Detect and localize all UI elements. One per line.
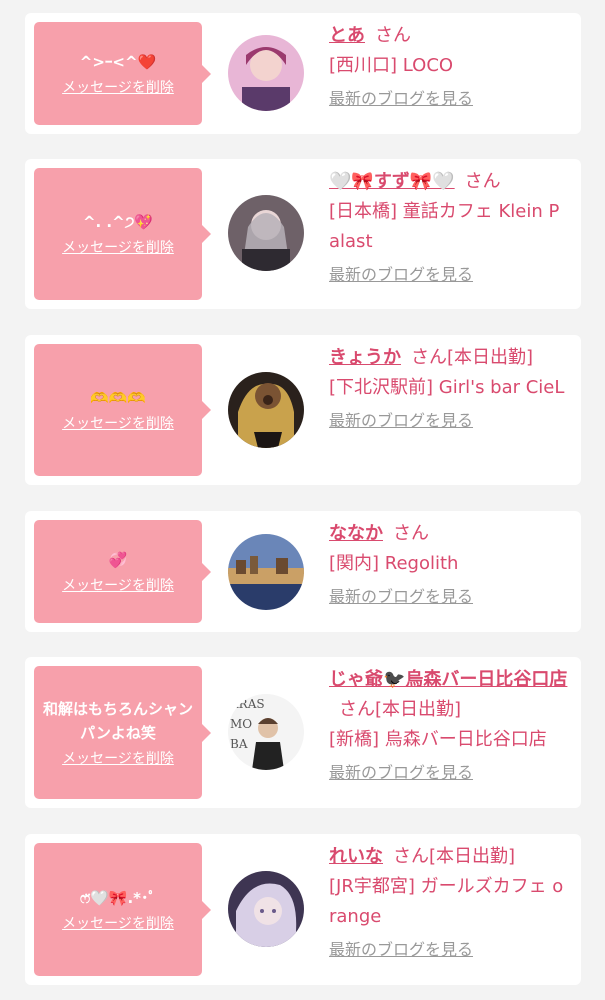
delete-message-link[interactable]: メッセージを削除 — [62, 238, 174, 258]
cast-info: じゃ爺🐦‍⬛烏森バー日比谷口店さん[本日出勤] [新橋] 烏森バー日比谷口店 最… — [329, 665, 569, 785]
message-text: ^. .^੭💖 — [82, 213, 154, 231]
shop-label: [JR宇都宮] ガールズカフェ orange — [329, 876, 564, 927]
favorite-card: 和解はもちろんシャンパンよね笑 メッセージを削除 ARAS MO BA じゃ爺🐦… — [25, 657, 581, 808]
message-text: 💞 — [108, 550, 128, 569]
svg-text:MO: MO — [230, 717, 252, 731]
cast-info: とあ さん [西川口] LOCO 最新のブログを見る — [329, 21, 569, 111]
name-suffix: さん — [375, 25, 411, 46]
delete-message-link[interactable]: メッセージを削除 — [62, 414, 174, 434]
blog-link[interactable]: 最新のブログを見る — [329, 409, 569, 433]
message-bubble: 🫶🫶🫶 メッセージを削除 — [34, 344, 211, 476]
message-text: ෆ̈🤍🎀.*･ﾟ — [79, 888, 157, 907]
shop-label: [西川口] LOCO — [329, 55, 454, 76]
favorite-card: ^>ｰ<^❤️ メッセージを削除 とあ さん [西川口] LOCO 最新のブログを… — [25, 13, 581, 134]
avatar[interactable]: ARAS MO BA — [228, 694, 304, 770]
favorite-card: 💞 メッセージを削除 ななか さん [関内] Regolith 最新のブログを見る — [25, 511, 581, 632]
message-bubble: ^>ｰ<^❤️ メッセージを削除 — [34, 22, 211, 125]
avatar[interactable] — [228, 871, 304, 947]
message-bubble: ෆ̈🤍🎀.*･ﾟ メッセージを削除 — [34, 843, 211, 976]
favorite-card: 🫶🫶🫶 メッセージを削除 きょうか さん[本日出勤] [下北沢駅前] Girl's… — [25, 335, 581, 485]
name-suffix: さん — [464, 171, 501, 192]
favorite-card: ^. .^੭💖 メッセージを削除 🤍🎀すず🎀🤍 さん [日本橋] 童話カフェ Kl… — [25, 159, 581, 309]
name-suffix: さん[本日出勤] — [393, 846, 516, 867]
blog-link[interactable]: 最新のブログを見る — [329, 938, 569, 962]
favorite-card: ෆ̈🤍🎀.*･ﾟ メッセージを削除 れいな さん[本日出勤] [JR宇都宮] ガー… — [25, 834, 581, 985]
cast-name-link[interactable]: じゃ爺🐦‍⬛烏森バー日比谷口店 — [329, 669, 567, 690]
avatar[interactable] — [228, 372, 304, 448]
name-suffix: さん[本日出勤] — [339, 699, 462, 720]
delete-message-link[interactable]: メッセージを削除 — [62, 914, 174, 934]
delete-message-link[interactable]: メッセージを削除 — [62, 749, 174, 769]
cast-name-link[interactable]: きょうか — [329, 347, 401, 368]
shop-label: [関内] Regolith — [329, 553, 459, 574]
blog-link[interactable]: 最新のブログを見る — [329, 263, 569, 287]
delete-message-link[interactable]: メッセージを削除 — [62, 78, 174, 98]
cast-info: れいな さん[本日出勤] [JR宇都宮] ガールズカフェ orange 最新のブロ… — [329, 842, 569, 962]
shop-label: [下北沢駅前] Girl's bar CieL — [329, 377, 565, 398]
avatar[interactable] — [228, 534, 304, 610]
name-suffix: さん[本日出勤] — [411, 347, 534, 368]
cast-name-link[interactable]: れいな — [329, 846, 383, 867]
delete-message-link[interactable]: メッセージを削除 — [62, 576, 174, 596]
avatar[interactable] — [228, 35, 304, 111]
cast-info: ななか さん [関内] Regolith 最新のブログを見る — [329, 519, 569, 609]
shop-label: [日本橋] 童話カフェ Klein Palast — [329, 201, 560, 252]
blog-link[interactable]: 最新のブログを見る — [329, 585, 569, 609]
message-text: ^>ｰ<^❤️ — [79, 52, 157, 71]
name-suffix: さん — [393, 523, 429, 544]
cast-name-link[interactable]: ななか — [329, 523, 383, 544]
svg-text:BA: BA — [230, 737, 248, 751]
cast-info: 🤍🎀すず🎀🤍 さん [日本橋] 童話カフェ Klein Palast 最新のブログ… — [329, 167, 569, 287]
message-text: 🫶🫶🫶 — [89, 389, 147, 407]
cast-name-link[interactable]: とあ — [329, 25, 365, 46]
cast-info: きょうか さん[本日出勤] [下北沢駅前] Girl's bar CieL 最新の… — [329, 343, 569, 433]
cast-name-link[interactable]: 🤍🎀すず🎀🤍 — [329, 171, 455, 192]
svg-text:ARAS: ARAS — [229, 697, 265, 711]
blog-link[interactable]: 最新のブログを見る — [329, 87, 569, 111]
message-bubble: ^. .^੭💖 メッセージを削除 — [34, 168, 211, 300]
blog-link[interactable]: 最新のブログを見る — [329, 761, 569, 785]
message-bubble: 💞 メッセージを削除 — [34, 520, 211, 623]
shop-label: [新橋] 烏森バー日比谷口店 — [329, 729, 547, 750]
message-bubble: 和解はもちろんシャンパンよね笑 メッセージを削除 — [34, 666, 211, 799]
message-text: 和解はもちろんシャンパンよね笑 — [42, 699, 193, 742]
avatar[interactable] — [228, 195, 304, 271]
